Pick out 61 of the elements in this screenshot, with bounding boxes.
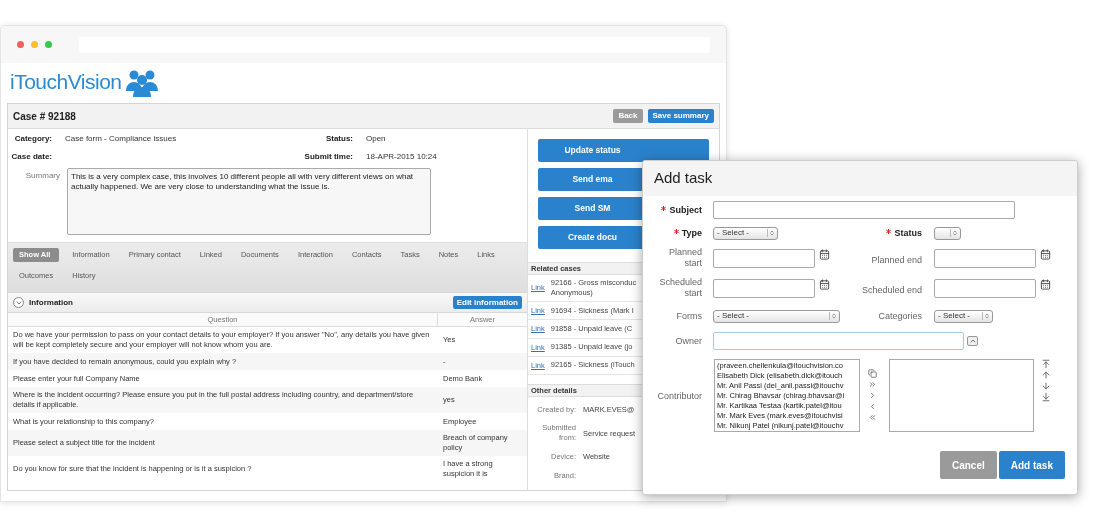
field-label: Subject — [669, 204, 702, 216]
select-field[interactable]: - Select - — [713, 226, 778, 240]
calendar-icon[interactable] — [819, 278, 830, 290]
dialog-button[interactable]: Add task — [998, 451, 1065, 479]
case-title: Case # 92188 — [13, 109, 76, 124]
detail-value: Case form - Compliance issues — [65, 133, 178, 145]
subject-field[interactable] — [713, 201, 1015, 219]
detail-label: Submit time: — [303, 151, 353, 163]
detail-value: Open — [366, 133, 387, 145]
move-top-icon[interactable] — [1041, 359, 1051, 369]
collapse-icon[interactable] — [13, 297, 24, 308]
move-left-icon[interactable] — [868, 402, 877, 411]
side-action-button[interactable]: Update status — [538, 139, 709, 162]
contributor-list[interactable] — [714, 359, 860, 432]
field-label: Categories — [878, 310, 922, 322]
action-button[interactable]: Save summary — [647, 109, 714, 123]
detail-label: Case date: — [10, 151, 52, 163]
date-field[interactable] — [934, 278, 1036, 298]
field-label: Contributor — [657, 389, 702, 402]
move-right-icon[interactable] — [868, 391, 877, 400]
owner-field[interactable] — [713, 332, 964, 350]
section-title: Information — [29, 296, 73, 309]
copy-icon[interactable] — [868, 369, 877, 378]
calendar-icon[interactable] — [819, 248, 830, 260]
summary-label: Summary — [24, 170, 60, 182]
field-label: Forms — [676, 310, 702, 322]
maximize-button-icon[interactable] — [44, 41, 52, 48]
move-all-right-icon[interactable] — [868, 380, 877, 389]
select-field[interactable]: - Select - — [713, 309, 840, 323]
move-down-icon[interactable] — [1041, 381, 1051, 391]
field-label: Type — [681, 227, 702, 239]
edit-information-button[interactable]: Edit information — [452, 296, 522, 309]
dropdown-icon — [950, 229, 958, 237]
close-button-icon[interactable] — [17, 41, 24, 48]
dropdown-icon — [982, 312, 990, 320]
move-up-icon[interactable] — [1041, 370, 1051, 380]
field-label: Status — [894, 227, 922, 239]
field-label: Planned end — [871, 255, 922, 265]
select-field[interactable]: - Select - — [934, 309, 993, 323]
select-field[interactable] — [934, 226, 961, 240]
dropdown-icon — [829, 312, 837, 320]
detail-value: 18-APR-2015 10:24 — [366, 151, 438, 163]
calendar-icon[interactable] — [1040, 248, 1051, 260]
date-field[interactable] — [934, 248, 1036, 268]
selected-contributors-list[interactable] — [889, 359, 1034, 432]
field-label: Scheduled end — [861, 285, 922, 295]
caret-up-icon[interactable] — [967, 336, 978, 346]
minimize-button-icon[interactable] — [30, 41, 38, 48]
field-label: Planned start — [667, 247, 702, 269]
summary-field[interactable]: This is a very complex case, this involves 10 different people all with very different views on what actually happened. We are very close to understanding what the issue is. — [67, 168, 431, 235]
detail-label: Status: — [324, 133, 353, 145]
logo-text: iTouchVision — [10, 69, 122, 96]
move-bottom-icon[interactable] — [1041, 392, 1051, 402]
detail-label: Category: — [13, 133, 52, 145]
date-field[interactable] — [713, 278, 815, 298]
move-all-left-icon[interactable] — [868, 413, 877, 422]
field-label: Scheduled start — [658, 277, 702, 299]
field-label: Owner — [675, 335, 702, 347]
calendar-icon[interactable] — [1040, 278, 1051, 290]
dropdown-icon — [767, 229, 775, 237]
date-field[interactable] — [713, 248, 815, 268]
